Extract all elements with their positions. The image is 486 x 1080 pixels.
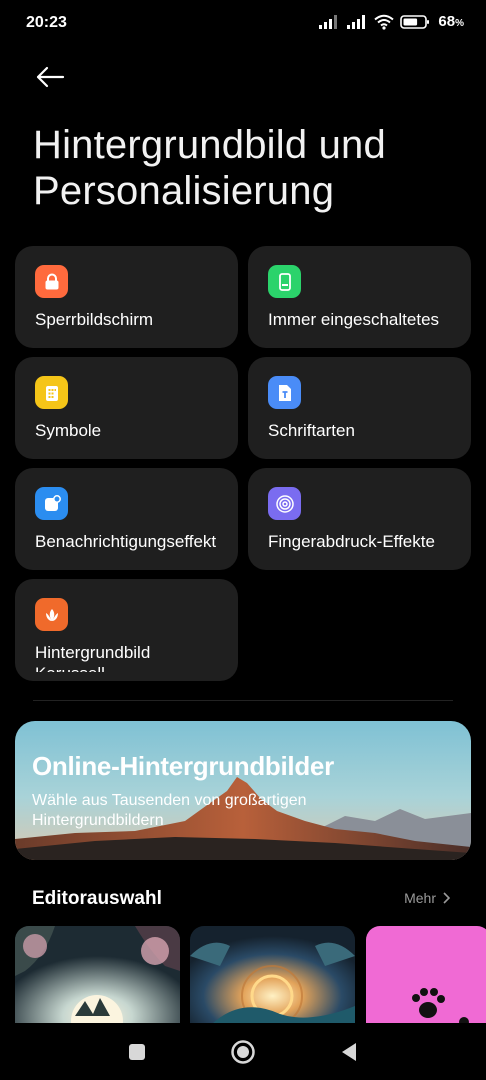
fingerprint-icon <box>268 487 301 520</box>
home-button[interactable] <box>228 1037 258 1067</box>
tile-label: Fingerabdruck-Effekte <box>268 532 435 551</box>
tile-label: Hintergrundbild Karussell <box>35 643 151 672</box>
signal-icon-2 <box>346 14 368 30</box>
lock-icon <box>35 265 68 298</box>
apps-icon <box>35 376 68 409</box>
tile-icons[interactable]: Symbole <box>15 357 238 459</box>
tile-wallpaper-carousel[interactable]: Hintergrundbild Karussell <box>15 579 238 681</box>
battery-value: 68 <box>438 13 456 30</box>
tile-fonts[interactable]: Schriftarten <box>248 357 471 459</box>
circle-icon <box>231 1040 255 1064</box>
carousel-flower-icon <box>35 598 68 631</box>
paw-print-wallpaper-image <box>366 926 486 1026</box>
status-time: 20:23 <box>26 14 67 31</box>
more-link[interactable]: Mehr <box>404 890 450 906</box>
banner-subtitle: Wähle aus Tausenden von großartigen Hint… <box>32 792 307 829</box>
signal-icon <box>318 14 340 30</box>
notification-icon <box>35 487 68 520</box>
tile-label: Benachrichtigungseffekt <box>35 532 217 551</box>
moon-tree-wallpaper-image <box>15 926 180 1026</box>
chevron-right-icon <box>443 892 450 904</box>
wallpaper-thumbnail[interactable] <box>15 926 180 1026</box>
battery-icon <box>400 14 430 30</box>
font-file-icon <box>268 376 301 409</box>
online-wallpapers-banner[interactable]: Online-Hintergrundbilder Wähle aus Tause… <box>15 721 471 860</box>
status-icons: 68% <box>318 13 464 30</box>
tile-always-on-display[interactable]: Immer eingeschaltetes Display <box>248 246 471 348</box>
tile-notification-effect[interactable]: Benachrichtigungseffekt <box>15 468 238 570</box>
more-label: Mehr <box>404 890 436 906</box>
page-title: Hintergrundbild und Personalisierung <box>33 123 386 213</box>
wallpaper-thumbnail[interactable] <box>190 926 355 1026</box>
wifi-icon <box>374 14 395 30</box>
editor-choice-title: Editorauswahl <box>32 888 162 909</box>
dragon-portal-wallpaper-image <box>190 926 355 1026</box>
wallpaper-thumbnail[interactable] <box>366 926 486 1026</box>
tile-label: Sperrbildschirm <box>35 310 154 329</box>
recent-apps-button[interactable] <box>122 1037 152 1067</box>
back-nav-button[interactable] <box>334 1037 364 1067</box>
battery-unit: % <box>455 18 464 29</box>
display-icon <box>268 265 301 298</box>
divider <box>33 700 453 701</box>
tile-label: Schriftarten <box>268 421 355 440</box>
tile-label: Immer eingeschaltetes Display <box>268 310 440 335</box>
back-button[interactable] <box>30 60 70 94</box>
arrow-left-icon <box>36 66 65 88</box>
banner-title: Online-Hintergrundbilder <box>32 751 334 781</box>
tile-lock-screen[interactable]: Sperrbildschirm <box>15 246 238 348</box>
status-bar: 20:23 68% <box>0 0 486 48</box>
navigation-bar <box>0 1023 486 1080</box>
tile-label: Symbole <box>35 421 102 440</box>
tile-fingerprint-effects[interactable]: Fingerabdruck-Effekte <box>248 468 471 570</box>
square-icon <box>129 1044 145 1060</box>
battery-percent: 68% <box>438 13 464 30</box>
triangle-back-icon <box>342 1043 356 1061</box>
